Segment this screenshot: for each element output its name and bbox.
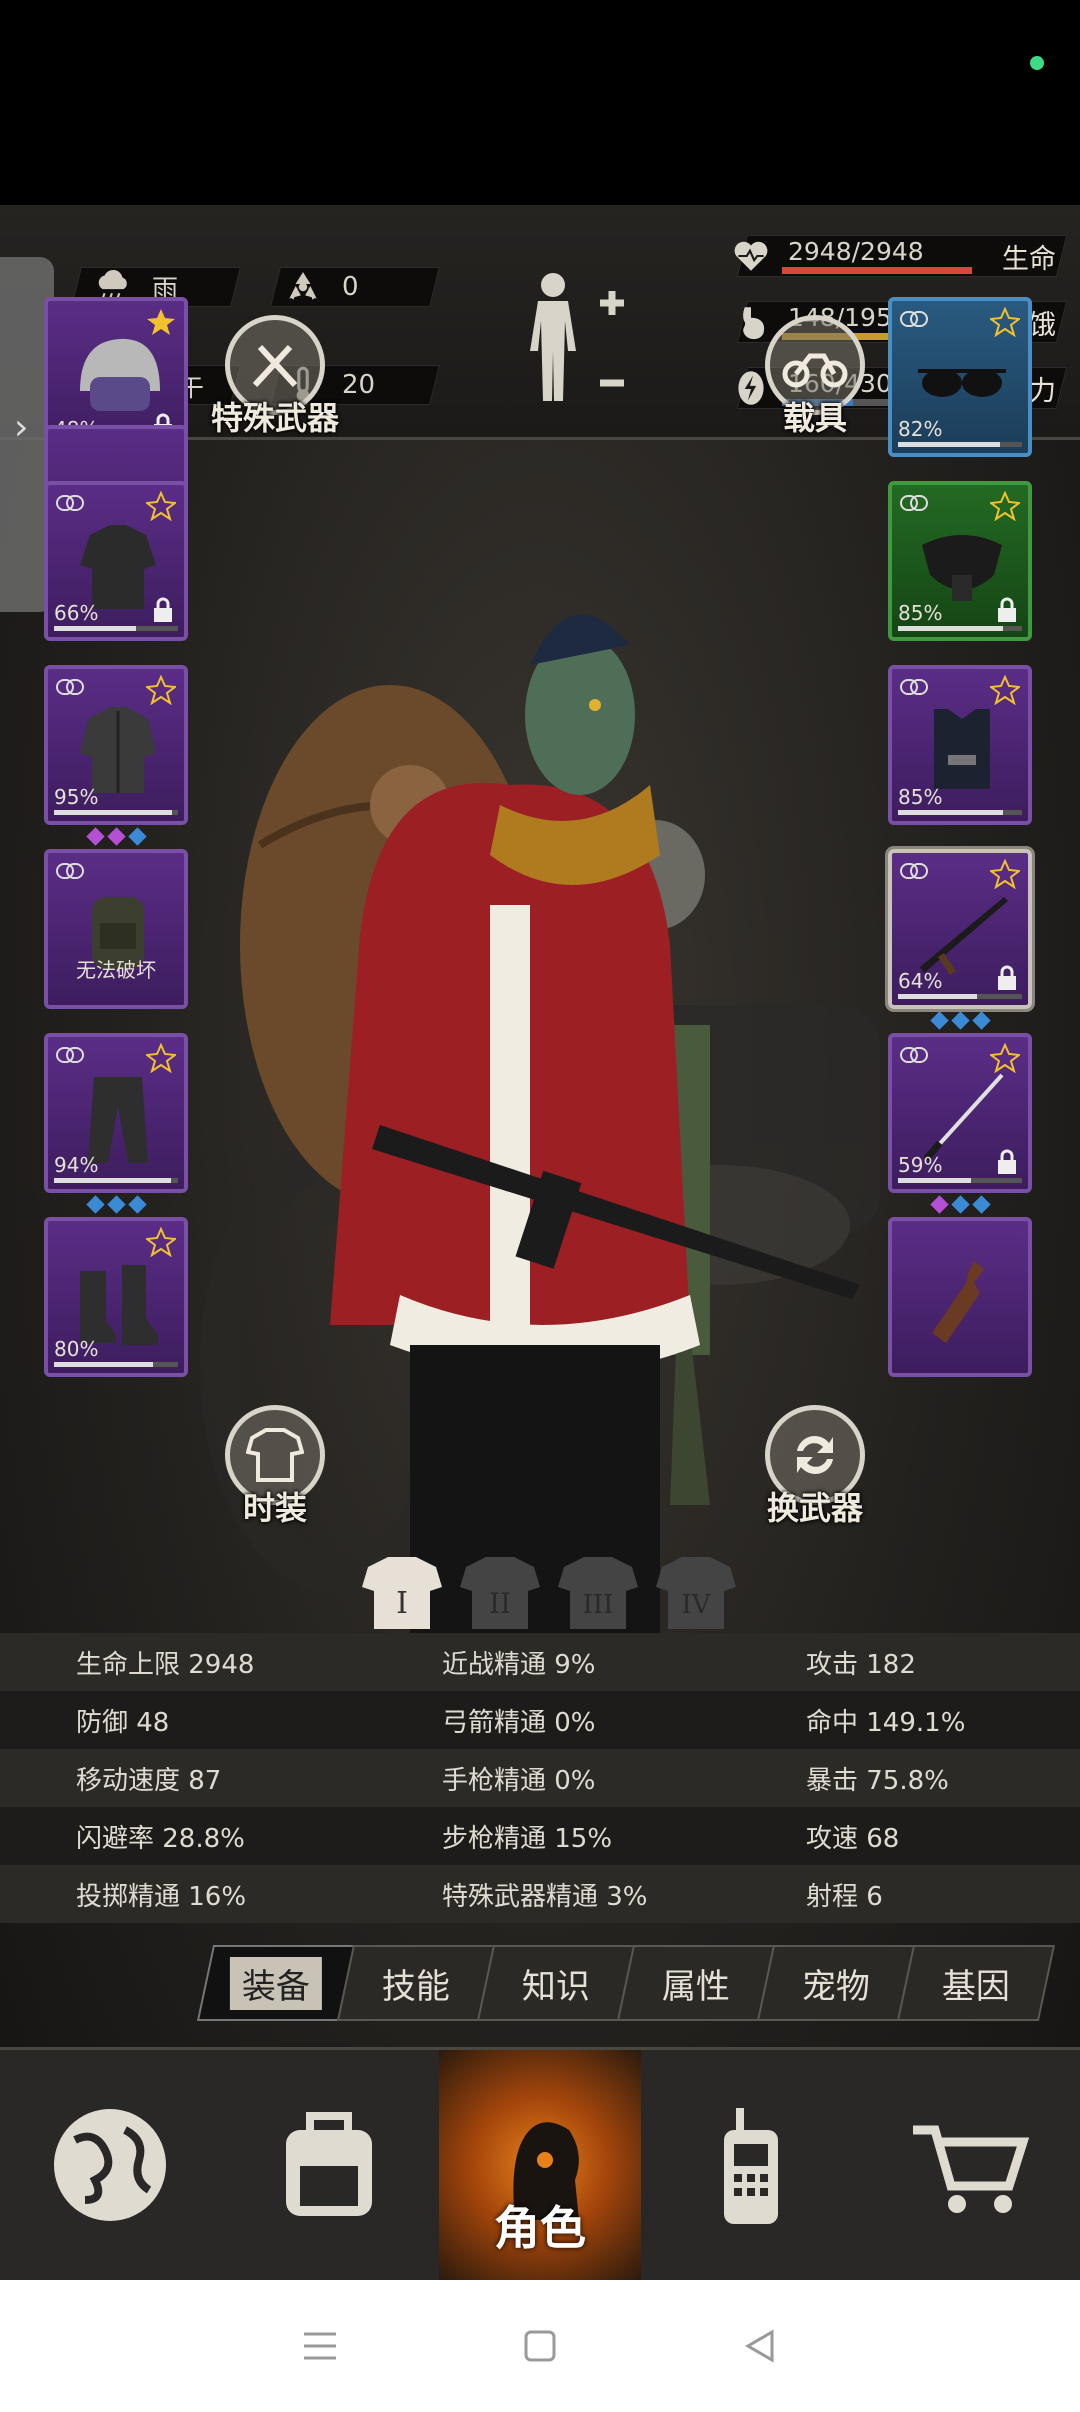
nav-character[interactable]: 角色 — [439, 2050, 641, 2280]
outfit-tab-2[interactable]: II — [458, 1553, 542, 1633]
link-icon — [900, 1047, 928, 1063]
heart-icon — [734, 241, 768, 271]
glasses-slot[interactable]: 82% — [888, 297, 1032, 457]
gem-socket-icon — [85, 1195, 105, 1214]
gem-socket-icon — [85, 827, 105, 846]
katana-slot[interactable]: 59% — [888, 1033, 1032, 1214]
svg-text:IV: IV — [681, 1590, 711, 1620]
link-icon — [56, 495, 84, 511]
gem-socket-icon — [971, 1011, 991, 1030]
outfit-tab-4[interactable]: IV — [654, 1553, 738, 1633]
game-screen: 雨 0 下午 20 — [0, 205, 1080, 2280]
swap-arrows-icon — [797, 1435, 833, 1475]
tab-attributes[interactable]: 属性 — [616, 1945, 776, 2021]
vehicle-button[interactable]: 载具 — [750, 315, 880, 445]
status-indicator-dot — [1030, 56, 1044, 70]
motorcycle-icon — [782, 353, 848, 388]
link-icon — [900, 495, 928, 511]
fashion-button[interactable]: 时装 — [210, 1405, 340, 1535]
link-icon — [900, 863, 928, 879]
shirt-slot-inner[interactable]: 66% — [44, 481, 188, 641]
swap-weapon-button[interactable]: 换武器 — [750, 1405, 880, 1535]
outfit-tab-1[interactable]: I — [360, 1553, 444, 1633]
shopping-cart-icon — [913, 2125, 1030, 2213]
bottom-navigation: 角色 — [0, 2047, 1080, 2280]
back-icon[interactable] — [738, 2324, 782, 2368]
special-weapon-button[interactable]: 特殊武器 — [210, 315, 340, 445]
stat-row: 防御 48 弓箭精通 0% 命中 149.1% — [0, 1691, 1080, 1749]
nav-radio[interactable] — [641, 2050, 861, 2280]
gem-socket-icon — [971, 1195, 991, 1214]
status-bar — [0, 0, 1080, 205]
nav-shop[interactable] — [861, 2050, 1080, 2280]
jacket-slot[interactable]: 95% — [44, 665, 188, 846]
stat-row: 投掷精通 16% 特殊武器精通 3% 射程 6 — [0, 1865, 1080, 1923]
tshirt-icon — [246, 1428, 304, 1482]
svg-text:II: II — [489, 1587, 511, 1620]
nav-backpack[interactable] — [220, 2050, 440, 2280]
stat-row: 移动速度 87 手枪精通 0% 暴击 75.8% — [0, 1749, 1080, 1807]
mask-slot[interactable]: 85% — [888, 481, 1032, 641]
gem-socket-icon — [929, 1195, 949, 1214]
rifle-slot[interactable]: 64% — [888, 849, 1032, 1030]
crossed-rockets-icon — [252, 344, 298, 388]
gem-socket-icon — [127, 827, 147, 846]
character-stats-table: 生命上限 2948 近战精通 9% 攻击 182 防御 48 弓箭精通 0% 命… — [0, 1633, 1080, 1923]
lock-icon — [154, 597, 172, 622]
temperature-value: 20 — [342, 370, 376, 400]
pants-slot[interactable]: 94% — [44, 1033, 188, 1214]
gem-socket-icon — [127, 1195, 147, 1214]
system-navigation-bar — [0, 2280, 1080, 2412]
sunglasses-icon — [918, 369, 1006, 397]
link-icon — [56, 679, 84, 695]
gem-socket-icon — [929, 1011, 949, 1030]
backpack-slot[interactable]: 无法破坏 — [44, 849, 188, 1009]
lock-icon — [998, 597, 1016, 622]
globe-icon — [53, 2109, 166, 2221]
molotov-slot[interactable] — [888, 1217, 1032, 1377]
gem-socket-icon — [106, 1195, 126, 1214]
boots-slot[interactable]: 80% — [44, 1217, 188, 1377]
gem-socket-icon — [950, 1011, 970, 1030]
home-icon[interactable] — [518, 2324, 562, 2368]
pants-icon — [88, 1077, 148, 1163]
police-vest-icon — [934, 709, 990, 789]
tab-genes[interactable]: 基因 — [896, 1945, 1056, 2021]
tab-equipment[interactable]: 装备 — [196, 1945, 356, 2021]
svg-text:III: III — [583, 1590, 614, 1620]
category-tabs: 装备 技能 知识 属性 宠物 基因 — [196, 1945, 1056, 2021]
vest-slot[interactable]: 85% — [888, 665, 1032, 825]
link-icon — [900, 311, 928, 327]
menu-icon[interactable] — [298, 2324, 342, 2368]
body-status-button[interactable] — [518, 263, 628, 413]
link-icon — [56, 1047, 84, 1063]
health-bar: 2948/2948 生命 — [720, 233, 1068, 281]
molotov-bottle-icon — [932, 1261, 984, 1343]
svg-text:I: I — [396, 1586, 408, 1621]
link-icon — [56, 863, 84, 879]
nav-world-map[interactable] — [0, 2050, 220, 2280]
link-icon — [900, 679, 928, 695]
tab-skills[interactable]: 技能 — [336, 1945, 496, 2021]
radiation-value: 0 — [342, 272, 359, 302]
gem-socket-icon — [106, 827, 126, 846]
backpack-icon — [286, 2112, 373, 2216]
radiation-icon — [282, 266, 324, 308]
stat-row: 闪避率 28.8% 步枪精通 15% 攻速 68 — [0, 1807, 1080, 1865]
lock-icon — [998, 1149, 1016, 1174]
walkie-talkie-icon — [723, 2108, 778, 2224]
boots-icon — [80, 1265, 158, 1345]
jacket-icon — [80, 707, 156, 793]
outfit-set-tabs: I II III IV — [360, 1553, 738, 1633]
tab-pets[interactable]: 宠物 — [756, 1945, 916, 2021]
tab-knowledge[interactable]: 知识 — [476, 1945, 636, 2021]
lock-icon — [998, 965, 1016, 990]
stat-row: 生命上限 2948 近战精通 9% 攻击 182 — [0, 1633, 1080, 1691]
outfit-tab-3[interactable]: III — [556, 1553, 640, 1633]
gem-socket-icon — [950, 1195, 970, 1214]
chevron-right-icon: › — [14, 407, 29, 448]
